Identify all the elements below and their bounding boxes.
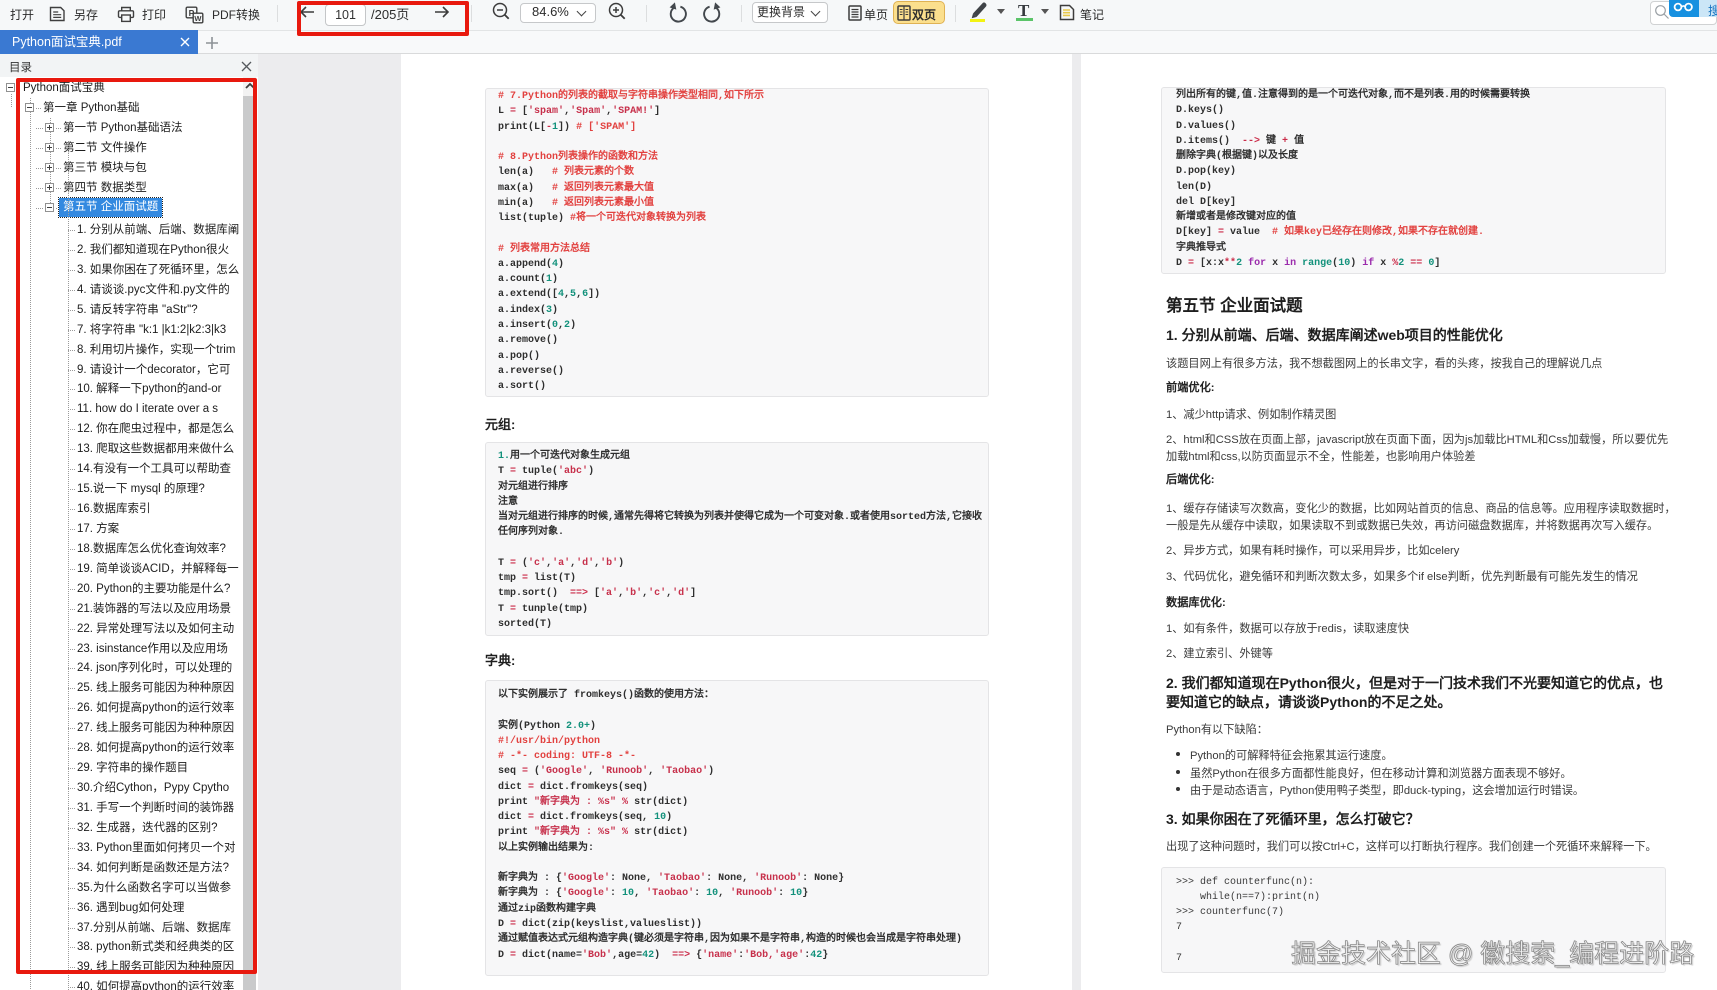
svg-text:W: W <box>194 14 202 23</box>
